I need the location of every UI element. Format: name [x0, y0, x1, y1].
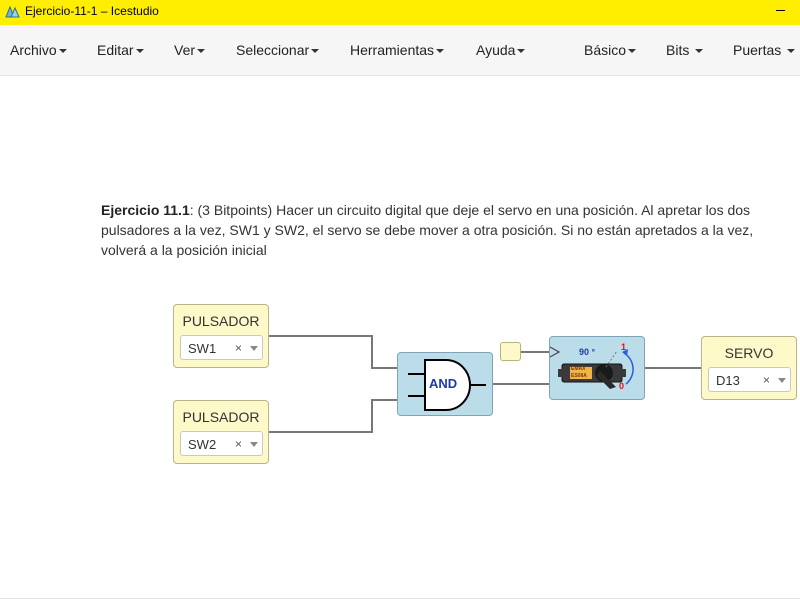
select-value: SW2	[188, 437, 217, 452]
and-gate-block[interactable]: AND	[397, 352, 493, 416]
servo-label-1: 1	[621, 342, 627, 352]
servo-brand-top: EMAX	[571, 366, 586, 372]
servo-brand-bottom: ES08A	[571, 373, 587, 379]
constant-input-box[interactable]	[500, 342, 521, 361]
select-value: SW1	[188, 341, 217, 356]
and-gate-label: AND	[429, 376, 458, 391]
pulsador-block-sw2[interactable]: PULSADOR SW2 ×	[173, 400, 269, 464]
dropdown-arrow-icon[interactable]	[250, 442, 258, 447]
pin-select-sw1[interactable]: SW1 ×	[180, 335, 263, 360]
dropdown-arrow-icon[interactable]	[778, 378, 786, 383]
servo-output-block[interactable]: SERVO D13 ×	[701, 336, 797, 400]
pin-select-sw2[interactable]: SW2 ×	[180, 431, 263, 456]
clear-icon[interactable]: ×	[235, 437, 242, 451]
clear-icon[interactable]: ×	[235, 341, 242, 355]
clear-icon[interactable]: ×	[763, 373, 770, 387]
servo-block[interactable]: 90 ° 1 0 EMAX ES08A	[549, 336, 645, 400]
wire-sw2-and[interactable]	[269, 399, 398, 433]
dropdown-arrow-icon[interactable]	[250, 346, 258, 351]
pin-select-d13[interactable]: D13 ×	[708, 367, 791, 392]
servo-icon	[550, 346, 634, 389]
block-title: PULSADOR	[182, 409, 260, 425]
bottom-border	[0, 598, 800, 599]
servo-label-90: 90 °	[579, 347, 596, 357]
wires-layer	[269, 335, 702, 433]
pulsador-block-sw1[interactable]: PULSADOR SW1 ×	[173, 304, 269, 368]
select-value: D13	[716, 373, 740, 388]
block-title: SERVO	[724, 345, 774, 361]
wire-sw1-and[interactable]	[269, 335, 398, 369]
block-title: PULSADOR	[182, 313, 260, 329]
servo-label-0: 0	[619, 381, 625, 391]
